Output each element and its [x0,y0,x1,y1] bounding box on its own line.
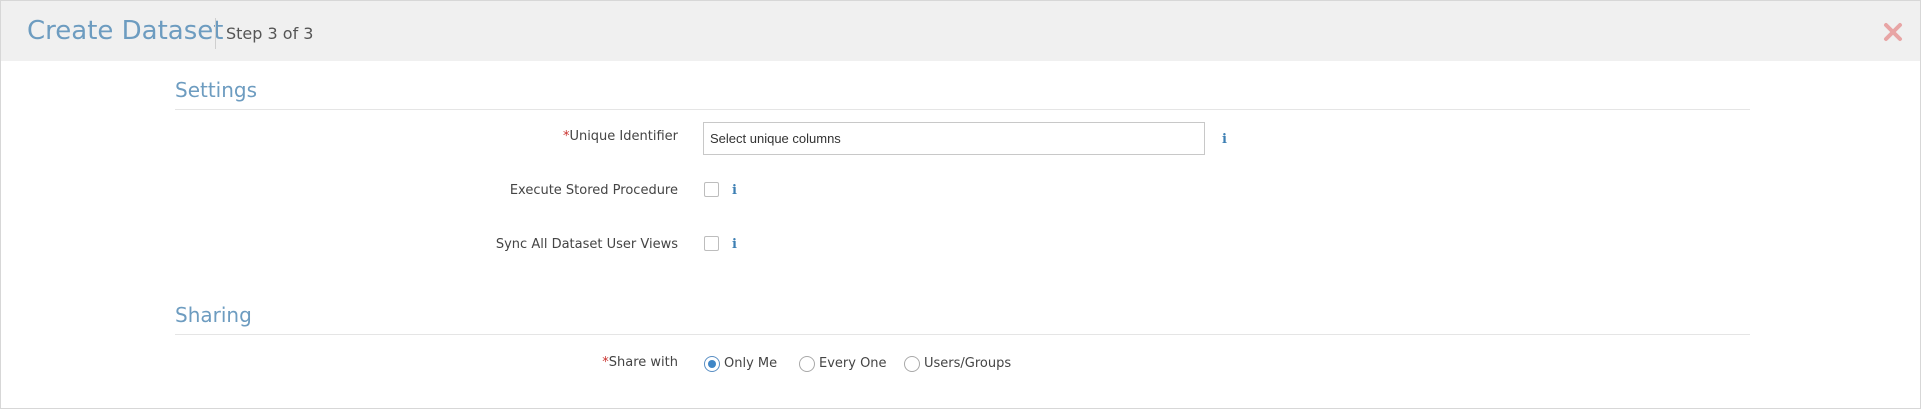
every-one-radio[interactable] [799,356,815,372]
execute-stored-procedure-label: Execute Stored Procedure [509,183,678,198]
dialog-header: Create Dataset Step 3 of 3 [1,1,1920,61]
share-option-only-me[interactable]: Only Me [704,354,777,374]
every-one-label: Every One [819,356,887,371]
share-option-every-one[interactable]: Every One [799,354,887,374]
step-indicator: Step 3 of 3 [226,24,314,43]
sync-all-dataset-user-views-label: Sync All Dataset User Views [495,237,678,252]
settings-divider [175,109,1750,110]
info-icon[interactable]: i [1222,133,1227,147]
execute-stored-procedure-checkbox[interactable] [704,182,719,197]
unique-identifier-label: *Unique Identifier [278,128,678,146]
close-icon[interactable] [1879,18,1907,46]
unique-columns-select[interactable] [703,122,1205,155]
dialog-title: Create Dataset [27,16,224,46]
users-groups-label: Users/Groups [924,356,1012,371]
users-groups-radio[interactable] [904,356,920,372]
info-icon[interactable]: i [732,184,737,198]
sharing-section-title: Sharing [175,303,252,327]
unique-identifier-label-text: Unique Identifier [569,129,678,144]
sharing-divider [175,334,1750,335]
header-divider [215,18,216,49]
only-me-radio[interactable] [704,356,720,372]
info-icon[interactable]: i [732,238,737,252]
create-dataset-dialog: Create Dataset Step 3 of 3 Settings *Uni… [0,0,1921,409]
sync-all-dataset-user-views-checkbox[interactable] [704,236,719,251]
share-with-label-text: Share with [608,355,678,370]
settings-section-title: Settings [175,78,258,102]
only-me-label: Only Me [724,356,778,371]
share-option-users-groups[interactable]: Users/Groups [904,354,1011,374]
share-with-label: *Share with [278,354,678,372]
